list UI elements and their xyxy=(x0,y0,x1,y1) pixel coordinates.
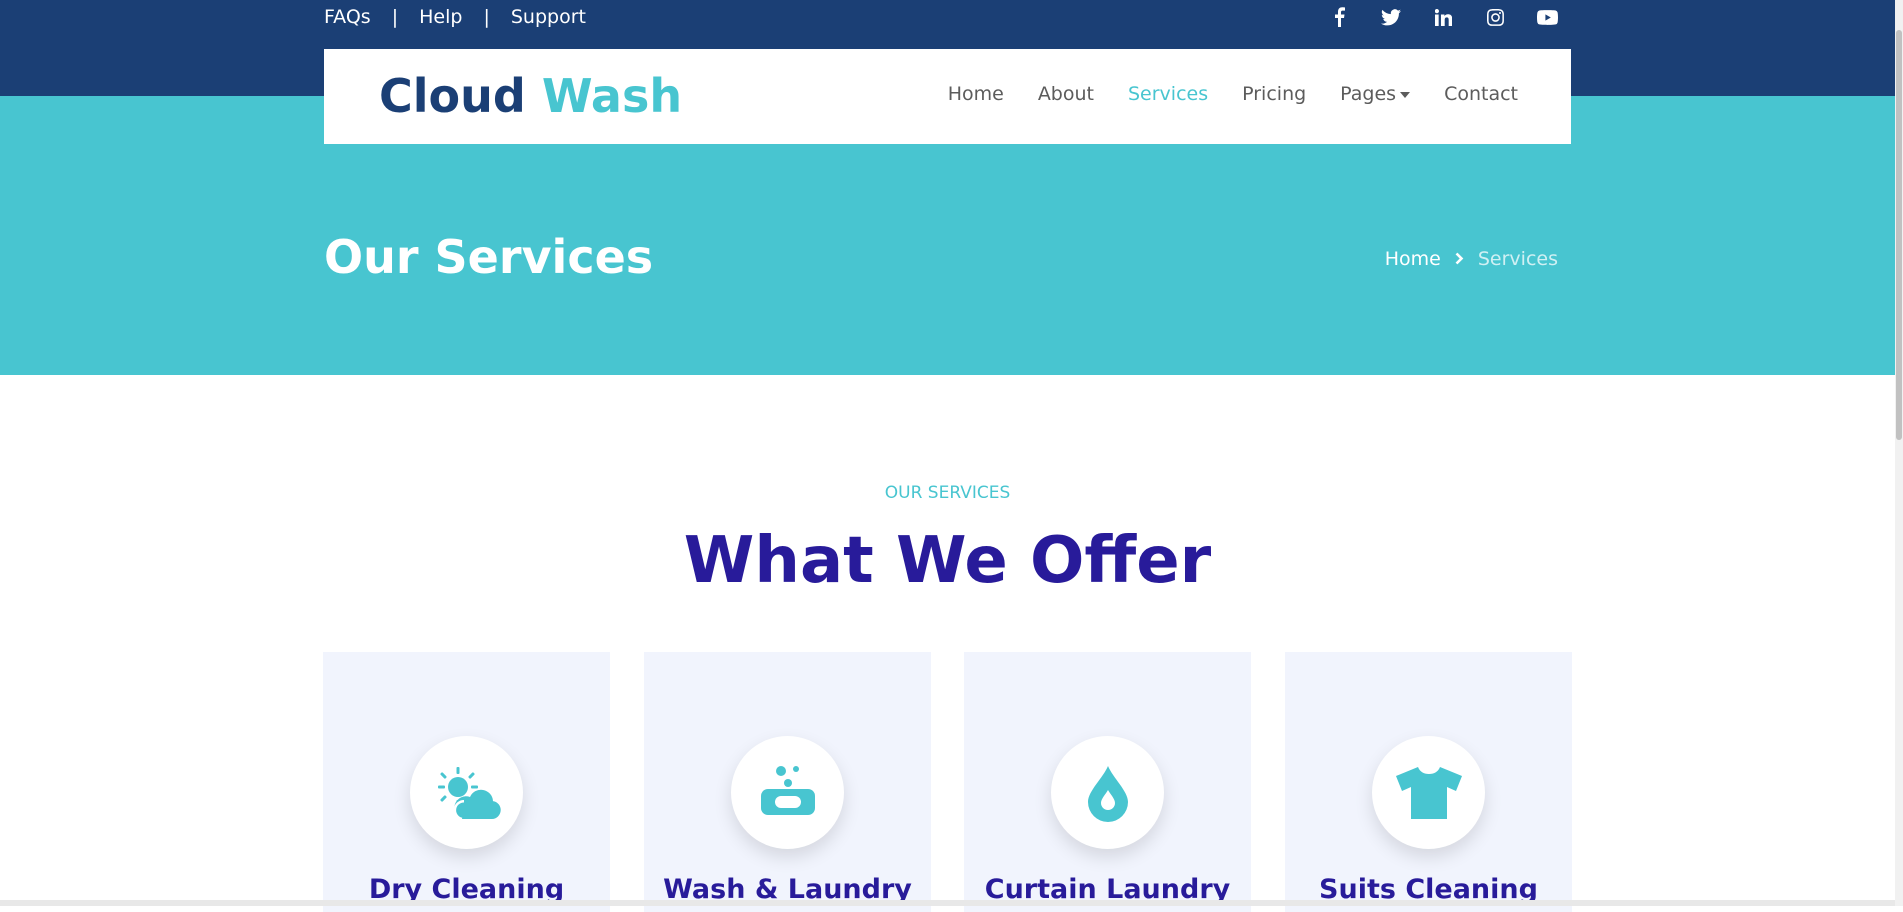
nav-contact[interactable]: Contact xyxy=(1444,83,1518,105)
nav-home[interactable]: Home xyxy=(948,83,1004,105)
faqs-link[interactable]: FAQs xyxy=(324,6,371,28)
top-links: FAQs | Help | Support xyxy=(324,6,586,28)
separator: | xyxy=(483,6,490,28)
nav-about[interactable]: About xyxy=(1038,83,1094,105)
service-card[interactable]: Wash & Laundry xyxy=(644,652,931,912)
youtube-icon[interactable] xyxy=(1521,6,1573,28)
main-nav: Home About Services Pricing Pages Contac… xyxy=(948,83,1518,105)
logo-part-wash: Wash xyxy=(541,69,683,123)
logo[interactable]: Cloud Wash xyxy=(379,69,682,123)
twitter-icon[interactable] xyxy=(1365,6,1417,28)
social-links xyxy=(1313,6,1573,28)
water-drop-icon xyxy=(1051,736,1164,849)
service-card[interactable]: Suits Cleaning xyxy=(1285,652,1572,912)
soap-icon xyxy=(731,736,844,849)
section-heading: What We Offer xyxy=(683,524,1212,598)
logo-part-cloud: Cloud xyxy=(379,69,526,123)
scrollbar-thumb[interactable] xyxy=(1896,30,1902,440)
linkedin-icon[interactable] xyxy=(1417,6,1469,28)
support-link[interactable]: Support xyxy=(511,6,586,28)
service-card[interactable]: Dry Cleaning xyxy=(323,652,610,912)
window-bottom-edge xyxy=(0,900,1895,906)
breadcrumb-home[interactable]: Home xyxy=(1385,248,1441,270)
breadcrumb: Home Services xyxy=(1385,248,1558,270)
nav-pricing[interactable]: Pricing xyxy=(1242,83,1306,105)
navbar: Cloud Wash Home About Services Pricing P… xyxy=(324,49,1571,144)
nav-pages-label: Pages xyxy=(1340,83,1397,105)
section-label: OUR SERVICES xyxy=(884,483,1011,503)
tshirt-icon xyxy=(1372,736,1485,849)
nav-pages-dropdown[interactable]: Pages xyxy=(1340,83,1411,105)
page-title: Our Services xyxy=(324,230,654,284)
help-link[interactable]: Help xyxy=(419,6,462,28)
facebook-icon[interactable] xyxy=(1313,6,1365,28)
breadcrumb-current: Services xyxy=(1477,248,1558,270)
chevron-right-icon xyxy=(1455,248,1464,270)
instagram-icon[interactable] xyxy=(1469,6,1521,28)
nav-services[interactable]: Services xyxy=(1128,83,1208,105)
vertical-scrollbar[interactable] xyxy=(1895,0,1903,906)
caret-down-icon xyxy=(1400,91,1411,98)
separator: | xyxy=(391,6,399,28)
service-card[interactable]: Curtain Laundry xyxy=(964,652,1251,912)
sun-cloud-icon xyxy=(410,736,523,849)
